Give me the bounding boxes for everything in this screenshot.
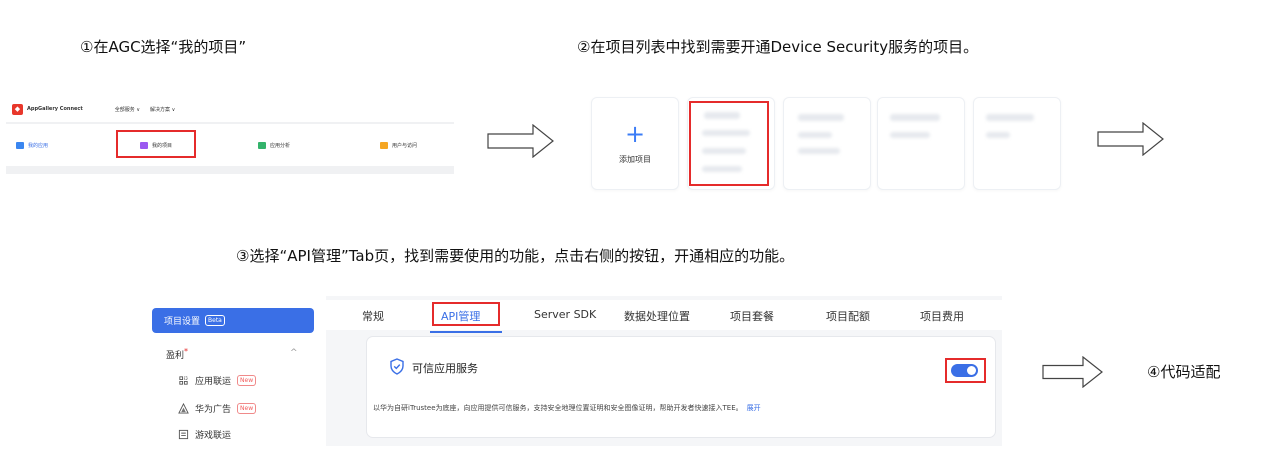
plus-icon: + bbox=[624, 120, 646, 148]
user-access-icon bbox=[380, 142, 388, 149]
sidebar-item-label: 应用联运 bbox=[195, 377, 232, 387]
tab-project-cost[interactable]: 项目费用 bbox=[920, 308, 964, 324]
arrow-right-icon bbox=[1042, 356, 1103, 388]
agc-item-user-access[interactable]: 用户与访问 bbox=[380, 142, 417, 149]
sidebar-group-label: 盈利 bbox=[166, 351, 185, 361]
sidebar-group-monetization[interactable]: 盈利 * bbox=[166, 347, 189, 361]
chevron-up-icon[interactable]: ^ bbox=[290, 348, 298, 358]
sidebar-item-label: 项目设置 bbox=[164, 317, 201, 327]
bottom-band bbox=[6, 166, 454, 174]
service-description: 以华为自研iTrustee为底座，向应用提供可信服务，支持安全地理位置证明和安全… bbox=[373, 404, 743, 412]
project-card[interactable] bbox=[783, 97, 871, 190]
sidebar-item-label: 游戏联运 bbox=[195, 431, 232, 441]
blurred-text bbox=[890, 114, 940, 121]
add-project-label: 添加项目 bbox=[619, 155, 651, 164]
beta-badge: Beta bbox=[205, 315, 225, 326]
agc-logo-icon: ◆ bbox=[12, 103, 23, 115]
sidebar-item-app-union[interactable]: 应用联运 New bbox=[178, 374, 257, 387]
arrow-right-icon bbox=[1097, 122, 1164, 156]
project-card[interactable] bbox=[973, 97, 1061, 190]
step2-title: ②在项目列表中找到需要开通Device Security服务的项目。 bbox=[577, 38, 979, 56]
settings-tabs: 常规 API管理 Server SDK 数据处理位置 项目套餐 项目配额 项目费… bbox=[326, 300, 1002, 333]
analytics-icon bbox=[258, 142, 266, 149]
required-dot: * bbox=[184, 347, 189, 356]
service-title: 可信应用服务 bbox=[412, 362, 478, 375]
add-project-card[interactable]: + 添加项目 bbox=[591, 97, 679, 190]
shield-check-icon bbox=[390, 358, 404, 375]
service-card-trusted-app: 可信应用服务 以华为自研iTrustee为底座，向应用提供可信服务，支持安全地理… bbox=[366, 336, 996, 438]
agc-brand: AppGallery Connect bbox=[27, 106, 83, 112]
new-badge: New bbox=[237, 375, 257, 386]
settings-sidebar: 项目设置 Beta 盈利 * ^ 应用联运 New 华为广告 New 游戏联运 bbox=[150, 296, 320, 446]
blurred-text bbox=[798, 148, 840, 154]
apps-icon bbox=[16, 142, 24, 149]
app-union-icon bbox=[179, 376, 188, 385]
menu-solutions[interactable]: 解决方案 ∨ bbox=[150, 106, 175, 113]
agc-item-label: 应用分析 bbox=[270, 143, 291, 149]
agc-home-panel: ◆ AppGallery Connect 全部服务 ∨ 解决方案 ∨ 我的应用 … bbox=[6, 96, 454, 178]
tab-project-quota[interactable]: 项目配额 bbox=[826, 308, 870, 324]
project-card[interactable] bbox=[877, 97, 965, 190]
active-tab-underline bbox=[430, 331, 502, 333]
settings-main: 常规 API管理 Server SDK 数据处理位置 项目套餐 项目配额 项目费… bbox=[326, 296, 1002, 446]
sidebar-item-label: 华为广告 bbox=[195, 405, 232, 415]
highlight-target-project bbox=[689, 101, 769, 186]
agc-item-label: 用户与访问 bbox=[392, 143, 418, 149]
highlight-api-tab bbox=[432, 302, 500, 326]
blurred-text bbox=[986, 132, 1010, 138]
game-union-icon bbox=[178, 429, 189, 440]
tab-server-sdk[interactable]: Server SDK bbox=[534, 308, 596, 321]
highlight-my-projects bbox=[116, 130, 196, 158]
blurred-text bbox=[798, 114, 844, 121]
agc-item-my-apps[interactable]: 我的应用 bbox=[16, 142, 48, 149]
tab-data-location[interactable]: 数据处理位置 bbox=[624, 308, 690, 324]
sidebar-item-huawei-ads[interactable]: 华为广告 New bbox=[178, 402, 257, 415]
menu-all-services[interactable]: 全部服务 ∨ bbox=[115, 106, 140, 113]
step4-title: ④代码适配 bbox=[1147, 363, 1221, 381]
top-divider bbox=[6, 122, 454, 124]
blurred-text bbox=[986, 114, 1034, 121]
expand-link[interactable]: 展开 bbox=[747, 404, 761, 412]
project-settings-panel: 项目设置 Beta 盈利 * ^ 应用联运 New 华为广告 New 游戏联运 常… bbox=[150, 296, 1002, 446]
highlight-toggle bbox=[945, 358, 986, 383]
tab-project-package[interactable]: 项目套餐 bbox=[730, 308, 774, 324]
sidebar-item-game-union[interactable]: 游戏联运 bbox=[178, 428, 231, 441]
tab-general[interactable]: 常规 bbox=[362, 308, 384, 324]
blurred-text bbox=[798, 132, 832, 138]
agc-item-app-analytics[interactable]: 应用分析 bbox=[258, 142, 290, 149]
new-badge: New bbox=[237, 403, 257, 414]
sidebar-item-project-settings[interactable]: 项目设置 Beta bbox=[152, 308, 314, 333]
arrow-right-icon bbox=[487, 124, 554, 158]
step3-title: ③选择“API管理”Tab页，找到需要使用的功能，点击右侧的按钮，开通相应的功能… bbox=[236, 247, 795, 265]
service-description-row: 以华为自研iTrustee为底座，向应用提供可信服务，支持安全地理位置证明和安全… bbox=[373, 403, 761, 413]
step1-title: ①在AGC选择“我的项目” bbox=[80, 38, 247, 56]
blurred-text bbox=[890, 132, 930, 138]
agc-item-label: 我的应用 bbox=[28, 143, 49, 149]
agc-top-bar: ◆ AppGallery Connect 全部服务 ∨ 解决方案 ∨ bbox=[6, 96, 454, 122]
ads-icon bbox=[178, 403, 189, 414]
